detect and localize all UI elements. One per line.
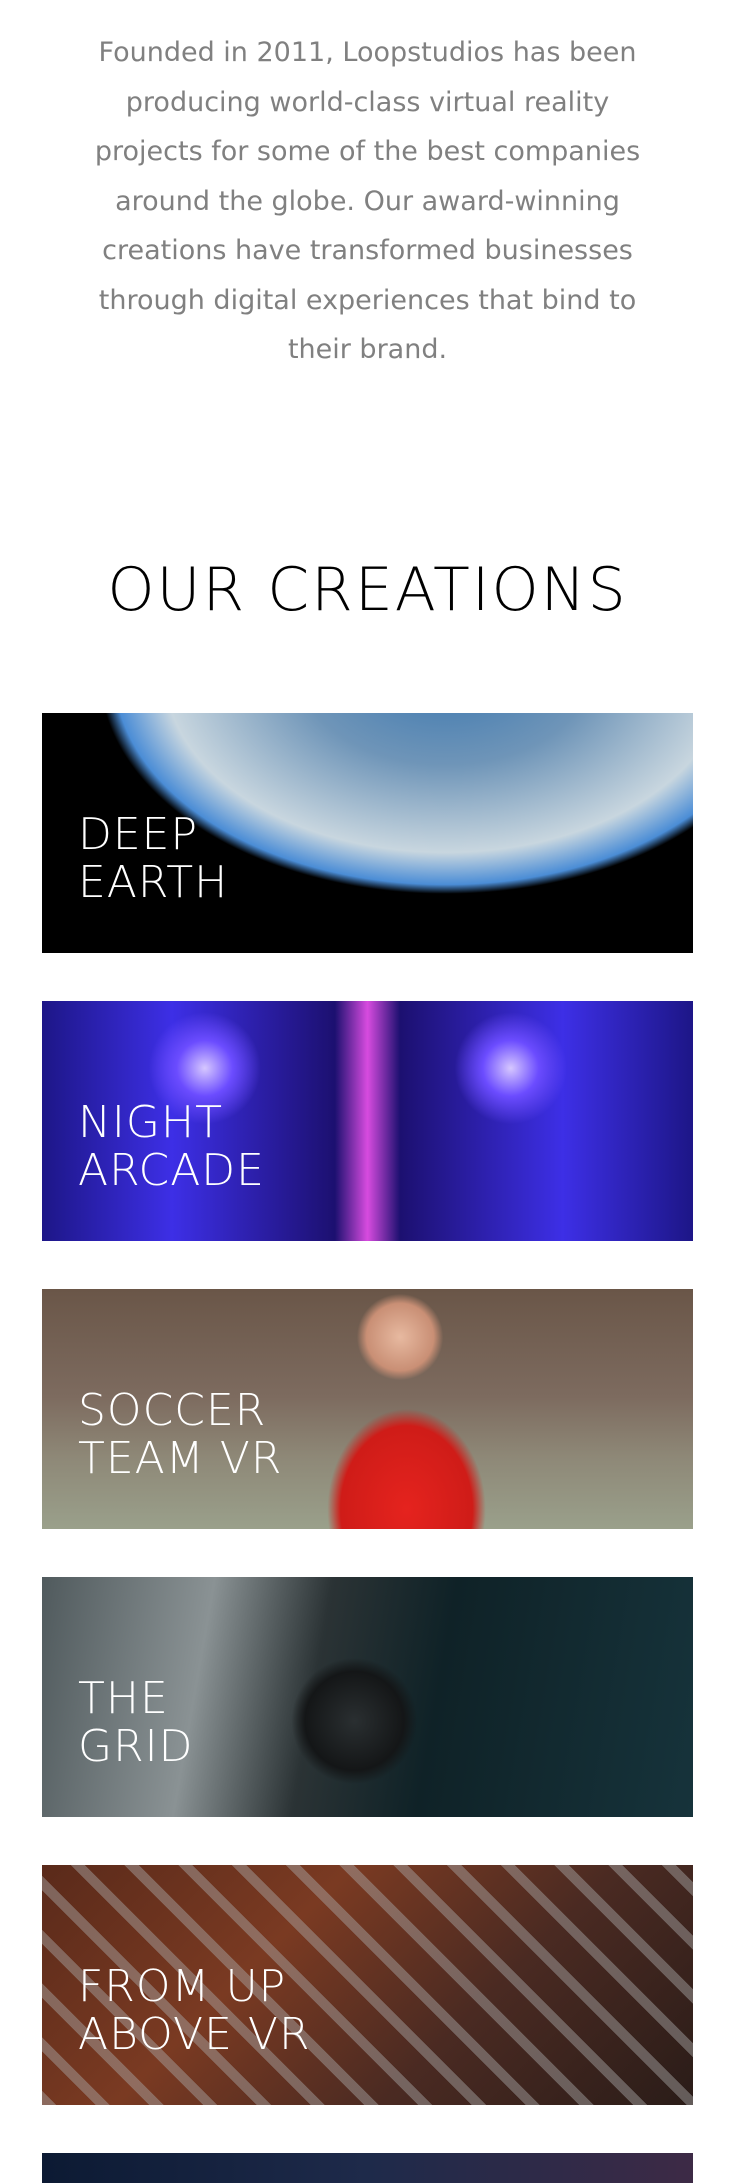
creation-title: NIGHT ARCADE (78, 1096, 265, 1196)
creation-card-the-grid[interactable]: THE GRID (42, 1576, 693, 1817)
about-paragraph: Founded in 2011, Loopstudios has been pr… (94, 37, 641, 365)
creation-title-line: GRID (78, 1720, 194, 1772)
creation-title-line: ARCADE (78, 1144, 265, 1196)
creation-title-line: EARTH (78, 856, 229, 908)
creations-heading: OUR CREATIONS (107, 554, 628, 625)
creation-card-deep-earth[interactable]: DEEP EARTH (42, 712, 693, 953)
creation-title-line: FROM UP (78, 1960, 287, 2012)
creation-title-line: THE (78, 1672, 169, 1724)
creation-card-from-up-above-vr[interactable]: FROM UP ABOVE VR (42, 1864, 693, 2105)
creation-title-line: TEAM VR (78, 1432, 283, 1484)
creation-card-soccer-team-vr[interactable]: SOCCER TEAM VR (42, 1288, 693, 1529)
creation-title-line: SOCCER (78, 1384, 267, 1436)
creations-list: DEEP EARTH NIGHT ARCADE SOCCER TEAM VR T… (0, 712, 735, 2183)
creation-title: FROM UP ABOVE VR (78, 1960, 311, 2060)
creation-card-night-arcade[interactable]: NIGHT ARCADE (42, 1000, 693, 1241)
creation-card-partial[interactable] (42, 2152, 693, 2183)
page: Founded in 2011, Loopstudios has been pr… (0, 0, 735, 2183)
creation-title: DEEP EARTH (78, 808, 229, 908)
creation-title-line: NIGHT (78, 1096, 223, 1148)
creation-title-line: DEEP (78, 808, 199, 860)
creation-title-line: ABOVE VR (78, 2008, 311, 2060)
creation-title: THE GRID (78, 1672, 194, 1772)
space-image (42, 2152, 693, 2183)
creation-title: SOCCER TEAM VR (78, 1384, 283, 1484)
